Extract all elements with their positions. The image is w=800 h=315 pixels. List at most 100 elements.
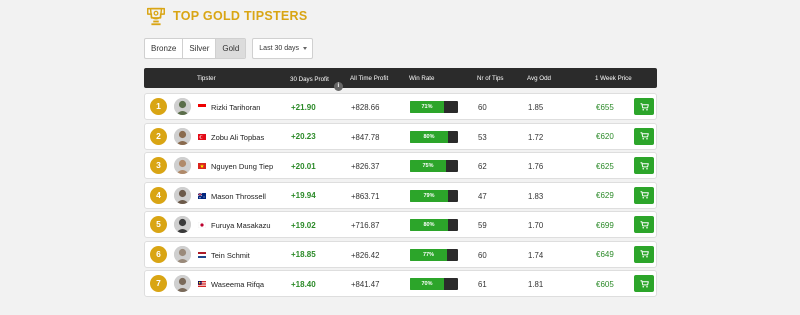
tips-count: 62 [478, 162, 487, 171]
header-tipster: Tipster [197, 75, 216, 82]
tipster-name[interactable]: Rizki Tarihoran [211, 103, 260, 112]
trophy-icon [147, 7, 165, 26]
shopping-cart-icon [640, 279, 649, 288]
tier-bronze-button[interactable]: Bronze [145, 39, 184, 58]
tips-count: 60 [478, 250, 487, 260]
table-row[interactable]: 4 Mason Throssell +19.94 +863.71 79% 47 1.83 €6… [144, 181, 657, 209]
win-rate-label: 80% [423, 133, 435, 140]
tier-gold-button[interactable]: Gold [216, 39, 246, 58]
week-price: €699 [596, 220, 614, 230]
tips-count: 61 [478, 280, 487, 289]
tipster-name[interactable]: Nguyen Dung Tiep [211, 162, 273, 171]
profit-all-time: +826.37 [351, 162, 380, 171]
profit-all-time: +863.71 [351, 191, 380, 201]
rank-badge: 5 [150, 216, 167, 233]
win-rate-bar: 71% [410, 101, 458, 113]
add-to-cart-button[interactable] [634, 98, 654, 115]
tipster-name[interactable]: Furuya Masakazu [211, 221, 271, 230]
profit-30-days: +18.40 [291, 279, 316, 289]
country-flag-icon [198, 192, 206, 199]
tipster-name[interactable]: Mason Throssell [211, 192, 266, 201]
avatar[interactable] [174, 275, 191, 292]
tipster-name[interactable]: Tein Schmit [211, 251, 250, 260]
week-price: €620 [596, 132, 614, 141]
avg-odd: 1.74 [528, 250, 544, 260]
win-rate-bar: 70% [410, 278, 458, 290]
page-title: TOP GOLD TIPSTERS [173, 9, 308, 23]
avatar[interactable] [174, 127, 191, 145]
rank-badge: 2 [150, 127, 167, 145]
table-row[interactable]: 1 Rizki Tarihoran +21.90 +828.66 71% 60 1.85 €6… [144, 93, 657, 120]
header-profit-all: All Time Profit [350, 75, 389, 82]
avatar[interactable] [174, 216, 191, 233]
avatar[interactable] [174, 186, 191, 204]
avatar[interactable] [174, 98, 191, 115]
table-row[interactable]: 7 Waseema Rifqa +18.40 +841.47 70% 61 1.81 €605 [144, 270, 657, 297]
rank-badge: 7 [150, 275, 167, 292]
header-win-rate: Win Rate [409, 75, 435, 82]
shopping-cart-icon [640, 191, 649, 199]
rank-badge: 6 [150, 245, 167, 263]
add-to-cart-button[interactable] [634, 216, 654, 233]
shopping-cart-icon [640, 161, 649, 170]
avg-odd: 1.70 [528, 221, 544, 230]
tier-toggle-group: Bronze Silver Gold [144, 38, 247, 59]
country-flag-icon [198, 251, 206, 258]
tipster-name[interactable]: Zobu Ali Topbas [211, 133, 264, 142]
country-flag-icon [198, 133, 206, 140]
profit-all-time: +841.47 [351, 280, 380, 289]
add-to-cart-button[interactable] [634, 245, 654, 263]
header-tips: Nr of Tips [477, 75, 504, 82]
avatar[interactable] [174, 245, 191, 263]
shopping-cart-icon [640, 220, 649, 229]
week-price: €649 [596, 250, 614, 259]
profit-30-days: +20.23 [291, 132, 316, 141]
table-row[interactable]: 6 Tein Schmit +18.85 +826.42 77% 60 1.74 €649 [144, 240, 657, 268]
country-flag-icon [198, 104, 206, 110]
info-icon[interactable]: i [333, 82, 343, 91]
win-rate-label: 80% [423, 222, 435, 228]
add-to-cart-button[interactable] [634, 275, 654, 292]
table-header: Tipster 30 Days Profiti All Time Profit … [144, 68, 657, 91]
period-select-value: Last 30 days [259, 45, 299, 52]
add-to-cart-button[interactable] [634, 127, 654, 145]
tips-count: 47 [478, 191, 487, 201]
win-rate-label: 70% [421, 281, 433, 287]
shopping-cart-icon [640, 102, 649, 111]
add-to-cart-button[interactable] [634, 186, 654, 204]
win-rate-bar: 80% [410, 219, 458, 231]
profit-30-days: +19.94 [291, 191, 316, 200]
tier-silver-button[interactable]: Silver [183, 39, 217, 58]
profit-30-days: +21.90 [291, 102, 316, 112]
table-row[interactable]: 3 Nguyen Dung Tiep +20.01 +826.37 75% 62 1.76 €… [144, 152, 657, 179]
table-row[interactable]: 2 Zobu Ali Topbas +20.23 +847.78 80% 53 1.72 €6… [144, 122, 657, 150]
country-flag-icon [198, 281, 206, 287]
header-profit-30-label: 30 Days Profit [290, 76, 329, 84]
rank-badge: 1 [150, 98, 167, 115]
avg-odd: 1.85 [528, 103, 544, 112]
profit-all-time: +716.87 [351, 221, 380, 230]
win-rate-bar: 80% [410, 130, 458, 143]
period-select[interactable]: Last 30 days [252, 38, 314, 59]
avatar[interactable] [174, 157, 191, 174]
tipster-name[interactable]: Waseema Rifqa [211, 280, 264, 289]
tipster-list: 1 Rizki Tarihoran +21.90 +828.66 71% 60 1.85 €6… [144, 93, 657, 300]
tips-count: 60 [478, 103, 487, 112]
country-flag-icon [198, 222, 206, 228]
table-row[interactable]: 5 Furuya Masakazu +19.02 +716.87 80% 59 1.70 €6… [144, 211, 657, 238]
win-rate-label: 71% [421, 104, 433, 110]
rank-badge: 4 [150, 186, 167, 204]
win-rate-bar: 75% [410, 160, 458, 172]
add-to-cart-button[interactable] [634, 157, 654, 174]
rank-badge: 3 [150, 157, 167, 174]
header-avg-odd: Avg Odd [527, 75, 551, 82]
profit-30-days: +20.01 [291, 161, 316, 171]
win-rate-label: 79% [423, 192, 435, 199]
win-rate-bar: 79% [410, 189, 458, 202]
week-price: €655 [596, 102, 614, 112]
header-profit-30: 30 Days Profit i [290, 75, 343, 91]
win-rate-label: 75% [422, 163, 434, 169]
filter-bar: Bronze Silver Gold Last 30 days [144, 38, 314, 59]
avg-odd: 1.83 [528, 191, 544, 201]
profit-all-time: +847.78 [351, 132, 380, 142]
